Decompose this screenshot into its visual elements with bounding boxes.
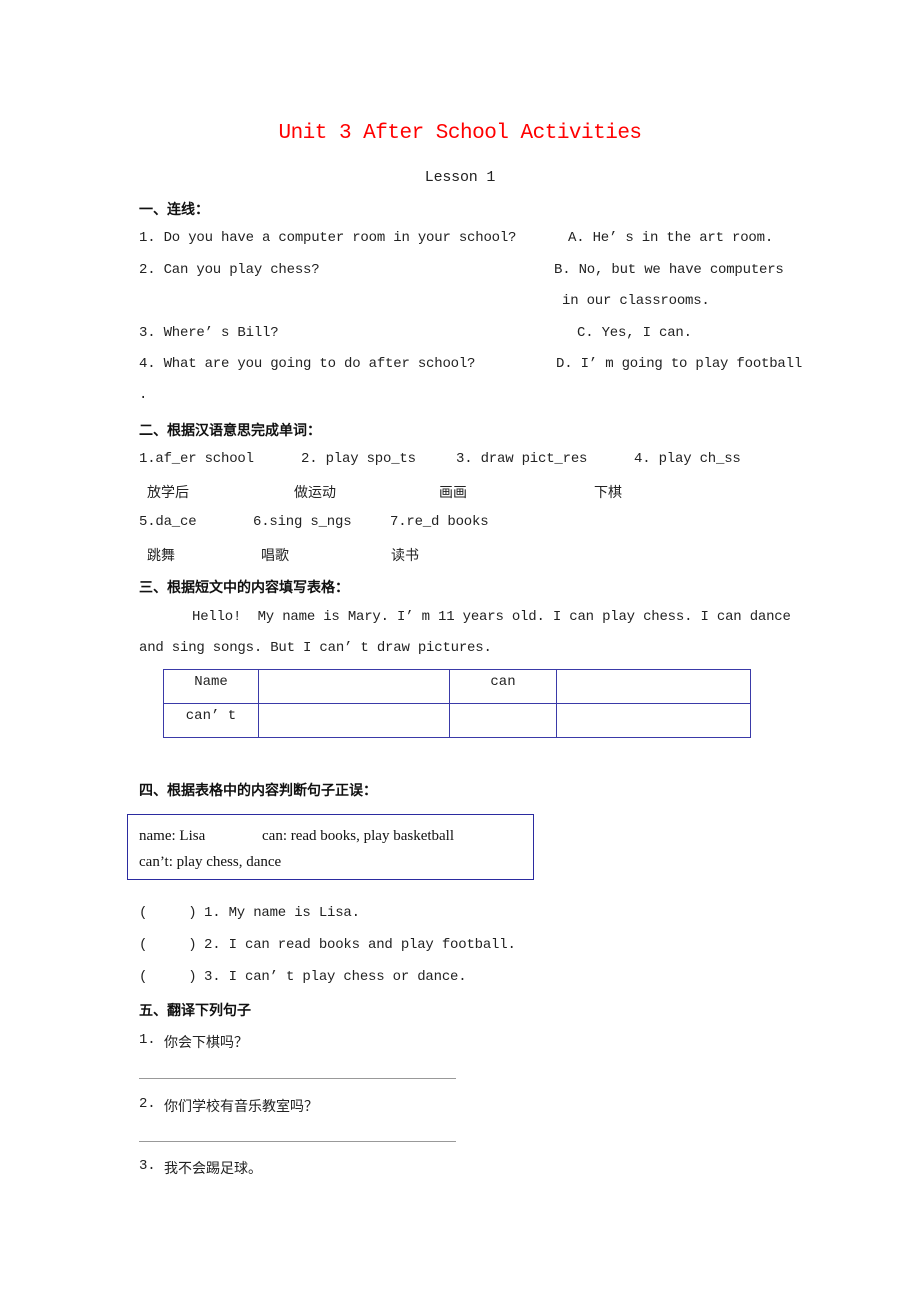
word-meaning: 画画 [439,485,467,501]
table-cell: Name [163,669,259,704]
passage-line: and sing songs. But I can’ t draw pictur… [139,640,492,656]
section1-heading: 一、连线： [139,202,209,218]
lesson-subtitle: Lesson 1 [424,169,496,186]
translate-number: 2. [139,1096,156,1112]
translate-sentence: 我不会踢足球。 [164,1161,262,1177]
word-blank: 7.re_d books [390,514,489,530]
table-label-cant: can’ t [185,708,237,724]
table-cell-answer[interactable] [449,703,557,738]
worksheet-title: Unit 3 After School Activities [278,122,642,145]
word-meaning: 做运动 [294,485,336,501]
info-cant: can’t: play chess, dance [139,854,282,870]
word-blank: 6.sing s_ngs [253,514,352,530]
match-answer-continued: in our classrooms. [562,293,710,309]
table-cell-answer[interactable] [258,669,450,704]
table-cell: can’ t [163,703,259,738]
answer-bracket[interactable]: ( ) [139,969,197,985]
section5-heading: 五、翻译下列句子 [139,1003,251,1019]
table-row: Name can [163,669,751,704]
word-blank: 3. draw pict_res [456,451,588,467]
answer-line[interactable] [139,1141,456,1142]
match-question: 3. Where’ s Bill? [139,325,279,341]
translate-sentence: 你们学校有音乐教室吗？ [164,1099,318,1115]
passage-line: Hello! My name is Mary. I’ m 11 years ol… [192,609,791,625]
answer-line[interactable] [139,1078,456,1079]
word-meaning: 下棋 [594,485,622,501]
word-meaning: 跳舞 [147,548,175,564]
word-blank: 1.af_er school [139,451,254,467]
word-meaning: 读书 [391,548,419,564]
true-false-item: 1. My name is Lisa. [204,905,360,921]
answer-bracket[interactable]: ( ) [139,937,197,953]
word-blank: 4. play ch_ss [634,451,741,467]
info-box: name: Lisa can: read books, play basketb… [127,814,534,880]
word-meaning: 放学后 [147,485,189,501]
word-blank: 5.da_ce [139,514,197,530]
section2-heading: 二、根据汉语意思完成单词： [139,423,321,439]
match-question: 2. Can you play chess? [139,262,320,278]
table-cell: can [449,669,557,704]
table-cell-answer[interactable] [258,703,450,738]
info-can: can: read books, play basketball [262,828,455,844]
translate-number: 3. [139,1158,156,1174]
match-answer: C. Yes, I can. [577,325,692,341]
table-cell-answer[interactable] [556,703,751,738]
section4-heading: 四、根据表格中的内容判断句子正误： [139,783,377,799]
translate-number: 1. [139,1032,156,1048]
match-answer: D. I’ m going to play football [556,356,803,372]
true-false-item: 3. I can’ t play chess or dance. [204,969,467,985]
match-question: 4. What are you going to do after school… [139,356,476,372]
table-row: can’ t [163,703,751,738]
true-false-item: 2. I can read books and play football. [204,937,516,953]
match-question: 1. Do you have a computer room in your s… [139,230,517,246]
fill-in-table: Name can can’ t [163,669,751,738]
info-name: name: Lisa [139,828,206,844]
trailing-period: . [139,387,148,403]
translate-sentence: 你会下棋吗？ [164,1035,248,1051]
table-label-can: can [490,674,516,690]
match-answer: B. No, but we have computers [554,262,784,278]
section3-heading: 三、根据短文中的内容填写表格： [139,580,349,596]
match-answer: A. He’ s in the art room. [568,230,774,246]
table-cell-answer[interactable] [556,669,751,704]
word-meaning: 唱歌 [261,548,289,564]
answer-bracket[interactable]: ( ) [139,905,197,921]
table-label-name: Name [194,674,228,690]
word-blank: 2. play spo_ts [301,451,416,467]
